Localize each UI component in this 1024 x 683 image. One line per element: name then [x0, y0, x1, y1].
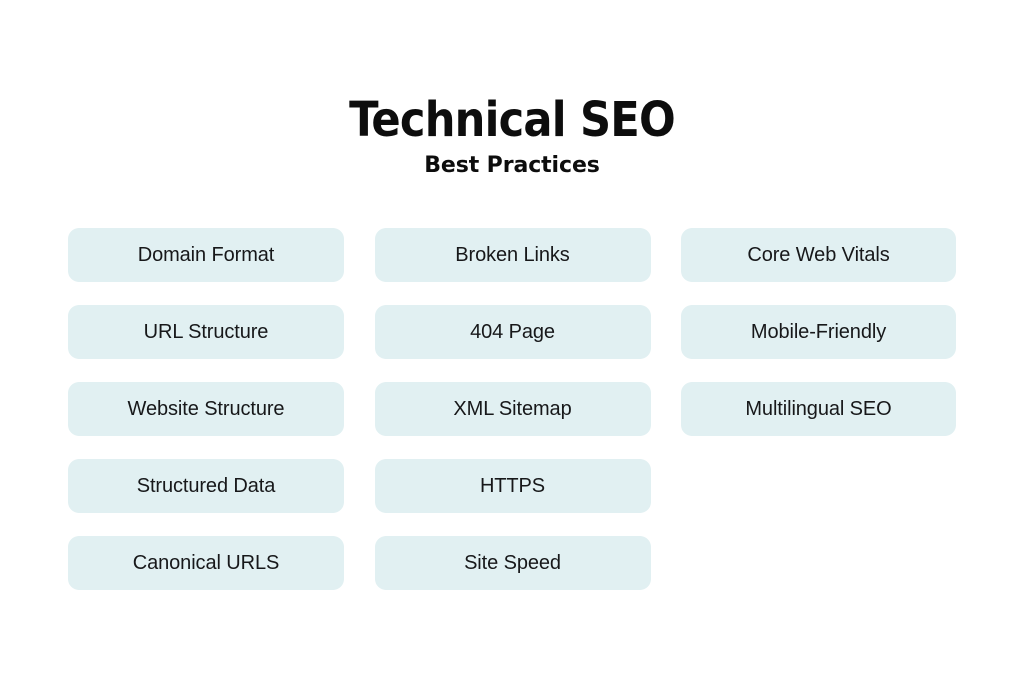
checklist-item[interactable]: HTTPS: [374, 459, 651, 513]
checklist-item[interactable]: Site Speed: [374, 536, 651, 590]
infographic-page: Technical SEO Best Practices Domain Form…: [0, 0, 1024, 683]
checklist-item-label: 404 Page: [470, 321, 555, 343]
checklist-item-label: Broken Links: [455, 244, 570, 266]
page-title: Technical SEO: [349, 92, 676, 148]
checklist-item-label: XML Sitemap: [453, 398, 572, 420]
checklist-item[interactable]: Multilingual SEO: [681, 382, 956, 436]
checklist-item-label: Mobile-Friendly: [750, 321, 887, 343]
checklist-item-label: Core Web Vitals: [747, 244, 890, 266]
checklist-item[interactable]: Broken Links: [374, 228, 651, 282]
checklist-item[interactable]: Mobile-Friendly: [681, 305, 956, 359]
checklist-item[interactable]: Core Web Vitals: [681, 228, 956, 282]
checklist-item[interactable]: Canonical URLS: [68, 536, 344, 590]
checklist-item[interactable]: XML Sitemap: [374, 382, 651, 436]
checklist-item[interactable]: URL Structure: [68, 305, 344, 359]
checklist-item-label: HTTPS: [479, 475, 546, 497]
checklist-item-label: Structured Data: [136, 475, 276, 497]
checklist-item-label: Website Structure: [127, 398, 285, 420]
checklist-column-right: Core Web Vitals Mobile-Friendly Multilin…: [681, 228, 956, 436]
checklist-item-label: Site Speed: [464, 552, 561, 574]
checklist-item[interactable]: Domain Format: [68, 228, 344, 282]
checklist-column-left: Domain Format URL Structure Website Stru…: [68, 228, 344, 590]
checklist-item[interactable]: 404 Page: [374, 305, 651, 359]
page-subtitle: Best Practices: [424, 153, 600, 178]
checklist-item[interactable]: Website Structure: [68, 382, 344, 436]
checklist-columns: Domain Format URL Structure Website Stru…: [68, 228, 956, 590]
checklist-column-middle: Broken Links 404 Page XML Sitemap HTTPS …: [374, 228, 651, 590]
header: Technical SEO Best Practices: [0, 0, 1024, 179]
checklist-item-label: Multilingual SEO: [745, 398, 892, 420]
checklist-item-label: Canonical URLS: [132, 552, 280, 574]
checklist-item[interactable]: Structured Data: [68, 459, 344, 513]
checklist-item-label: Domain Format: [137, 244, 275, 266]
checklist-item-label: URL Structure: [143, 321, 269, 343]
